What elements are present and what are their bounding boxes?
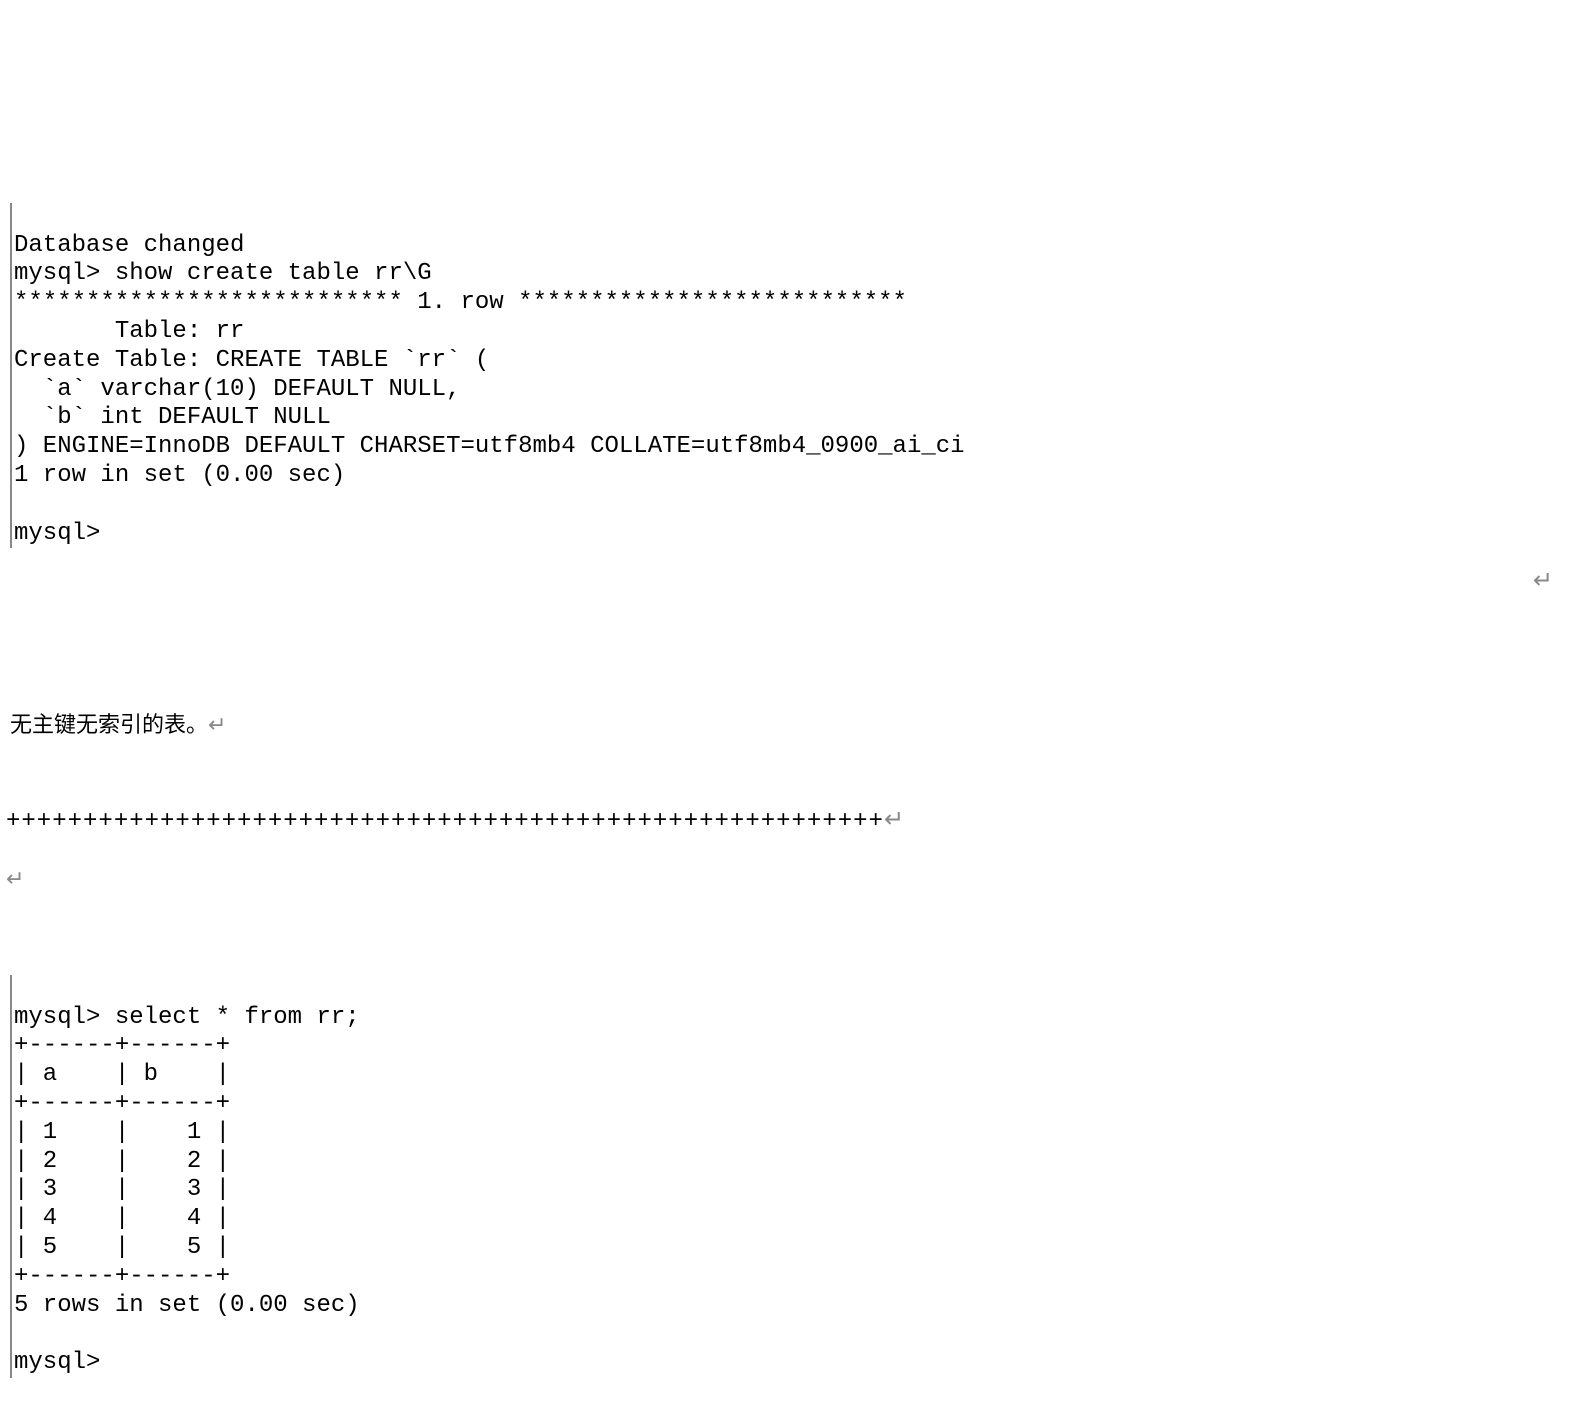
terminal-output-block-1: Database changed mysql> show create tabl…: [10, 203, 1573, 549]
column-b-def: `b` int DEFAULT NULL: [14, 404, 331, 431]
comment-text: 无主键无索引的表。: [10, 712, 208, 737]
return-symbol-icon: ↵: [208, 712, 226, 737]
table-border-mid: +------+------+: [14, 1090, 230, 1117]
table-row: | 2 | 2 |: [14, 1148, 230, 1175]
plus-separator: ++++++++++++++++++++++++++++++++++++++++…: [6, 808, 884, 835]
table-border-top: +------+------+: [14, 1032, 230, 1059]
table-row: | 3 | 3 |: [14, 1176, 230, 1203]
table-header: | a | b |: [14, 1061, 230, 1088]
engine-line: ) ENGINE=InnoDB DEFAULT CHARSET=utf8mb4 …: [14, 433, 965, 460]
row-separator: *************************** 1. row *****…: [14, 289, 907, 316]
column-a-def: `a` varchar(10) DEFAULT NULL,: [14, 376, 460, 403]
create-table-line: Create Table: CREATE TABLE `rr` (: [14, 347, 489, 374]
table-name-line: Table: rr: [14, 318, 244, 345]
table-row: | 1 | 1 |: [14, 1119, 230, 1146]
return-symbol-icon: ↵: [884, 806, 905, 833]
db-changed-line: Database changed: [14, 232, 244, 259]
select-command: mysql> select * from rr;: [14, 1004, 360, 1031]
plus-separator-line: ++++++++++++++++++++++++++++++++++++++++…: [6, 806, 1573, 837]
mysql-prompt-2: mysql>: [14, 1349, 100, 1376]
table-row: | 4 | 4 |: [14, 1205, 230, 1232]
rows-in-set-2: 5 rows in set (0.00 sec): [14, 1292, 360, 1319]
return-symbol-icon: ↵: [1533, 567, 1553, 596]
empty-return-line: ↵: [6, 866, 1573, 892]
comment-text-line: 无主键无索引的表。↵: [10, 712, 1573, 738]
show-create-command: mysql> show create table rr\G: [14, 260, 432, 287]
table-border-bottom: +------+------+: [14, 1263, 230, 1290]
mysql-prompt-1: mysql>: [14, 520, 100, 547]
terminal-output-block-2: mysql> select * from rr; +------+------+…: [10, 975, 1573, 1378]
table-row: | 5 | 5 |: [14, 1234, 230, 1261]
rows-in-set-1: 1 row in set (0.00 sec): [14, 462, 345, 489]
